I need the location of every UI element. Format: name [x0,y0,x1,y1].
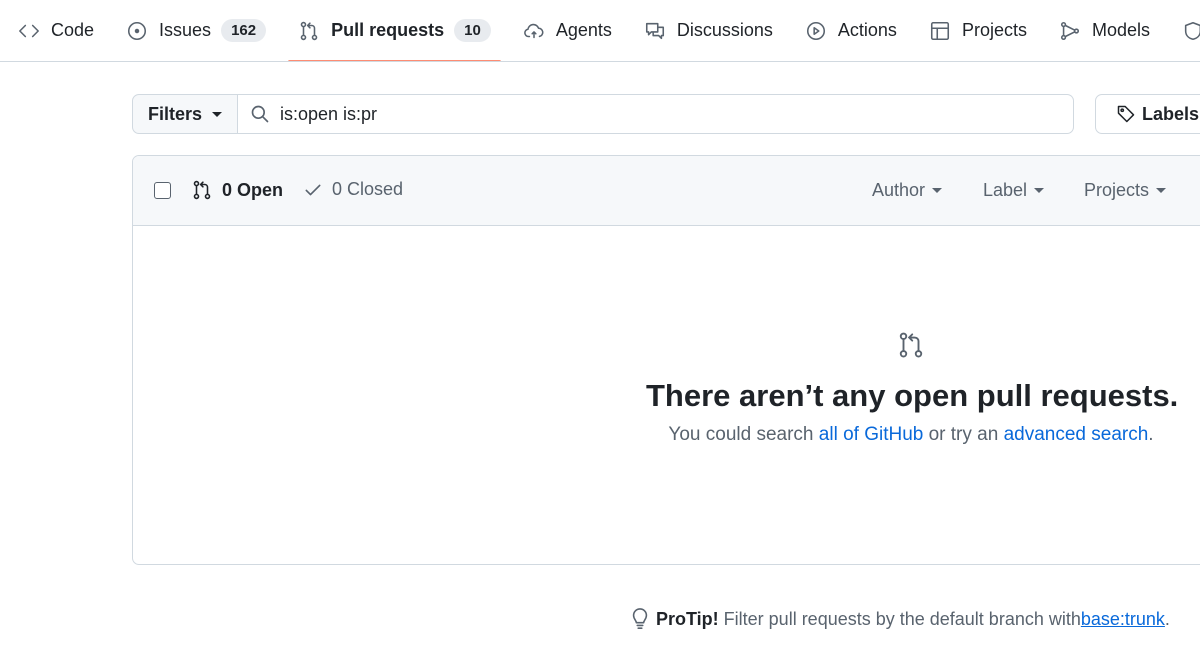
git-pull-request-icon [899,332,923,358]
search-icon [251,105,269,123]
light-bulb-icon [632,608,648,629]
select-all-checkbox[interactable] [154,182,171,199]
caret-down-icon [932,188,943,193]
caret-down-icon [212,111,223,117]
tab-issues-label: Issues [159,20,212,40]
models-icon [1060,21,1079,40]
tab-security-partial[interactable] [1182,0,1200,61]
agent-cloud-icon [523,23,544,38]
caret-down-icon [1156,188,1167,193]
search-box[interactable] [238,94,1074,134]
tab-models-label: Models [1091,20,1150,40]
empty-state-icon [896,330,926,360]
pull-request-list: 0 Open 0 Closed Author Label Projects Th… [132,155,1200,565]
protip-end: . [1164,608,1170,629]
tab-agents[interactable]: Agents [523,0,612,61]
tab-pull-requests-label: Pull requests [331,20,445,40]
tab-discussions[interactable]: Discussions [644,0,773,61]
filters-button[interactable]: Filters [132,94,238,134]
empty-state-title: There aren’t any open pull requests. [646,378,1179,413]
filters-button-label: Filters [147,103,203,124]
protip-text: Filter pull requests by the default bran… [723,608,1081,629]
base-trunk-link[interactable]: base:trunk [1081,609,1165,630]
projects-filter-dropdown[interactable]: Projects [1084,180,1167,201]
tab-code[interactable]: Code [18,0,95,61]
author-filter-label: Author [872,180,926,200]
pull-requests-count-badge: 10 [454,19,491,42]
caret-down-icon [1034,188,1045,193]
tab-code-label: Code [51,20,95,40]
tab-actions-label: Actions [837,20,897,40]
tag-icon [1117,105,1135,123]
projects-filter-label: Projects [1084,180,1150,200]
tab-projects-label: Projects [961,20,1027,40]
closed-count-label: 0 Closed [332,179,404,199]
tab-projects[interactable]: Projects [929,0,1027,61]
search-input[interactable] [280,103,1040,125]
empty-sub-prefix: You could search [668,424,819,445]
label-filter-label: Label [983,180,1028,200]
author-filter-dropdown[interactable]: Author [872,180,943,201]
open-filter-link[interactable]: 0 Open [191,179,283,201]
play-icon [806,21,825,40]
shield-icon [1184,21,1200,40]
labels-button[interactable]: Labels [1095,94,1200,134]
list-header: 0 Open 0 Closed Author Label Projects [133,156,1200,226]
label-filter-dropdown[interactable]: Label [983,180,1045,201]
tab-issues[interactable]: Issues 162 [126,0,267,61]
labels-button-label: Labels [1142,103,1200,124]
empty-state: There aren’t any open pull requests. You… [133,226,1200,564]
tab-models[interactable]: Models [1059,0,1150,61]
code-icon [19,24,39,37]
issue-opened-icon [128,21,147,40]
protip: ProTip! Filter pull requests by the defa… [630,608,1200,630]
git-pull-request-icon [193,180,211,200]
tab-pull-requests[interactable]: Pull requests 10 [288,0,501,61]
tab-actions[interactable]: Actions [805,0,897,61]
git-pull-request-icon [300,21,318,40]
empty-state-subtitle: You could search all of GitHub or try an… [633,424,1189,446]
table-icon [930,21,949,40]
closed-filter-link[interactable]: 0 Closed [303,179,403,200]
filter-bar: Filters [132,94,1074,134]
tab-discussions-label: Discussions [676,20,773,40]
issues-count-badge: 162 [221,19,267,42]
tab-agents-label: Agents [555,20,612,40]
advanced-search-link[interactable]: advanced search [1004,424,1149,445]
empty-sub-middle: or try an [923,424,1004,445]
repo-nav: Code Issues 162 Pull requests 10 Agents … [0,0,1200,62]
comment-discussion-icon [645,22,664,39]
check-icon [305,184,321,195]
empty-sub-suffix: . [1148,424,1154,445]
open-count-label: 0 Open [222,179,284,200]
protip-label: ProTip! [656,608,719,629]
search-all-github-link[interactable]: all of GitHub [819,424,924,445]
